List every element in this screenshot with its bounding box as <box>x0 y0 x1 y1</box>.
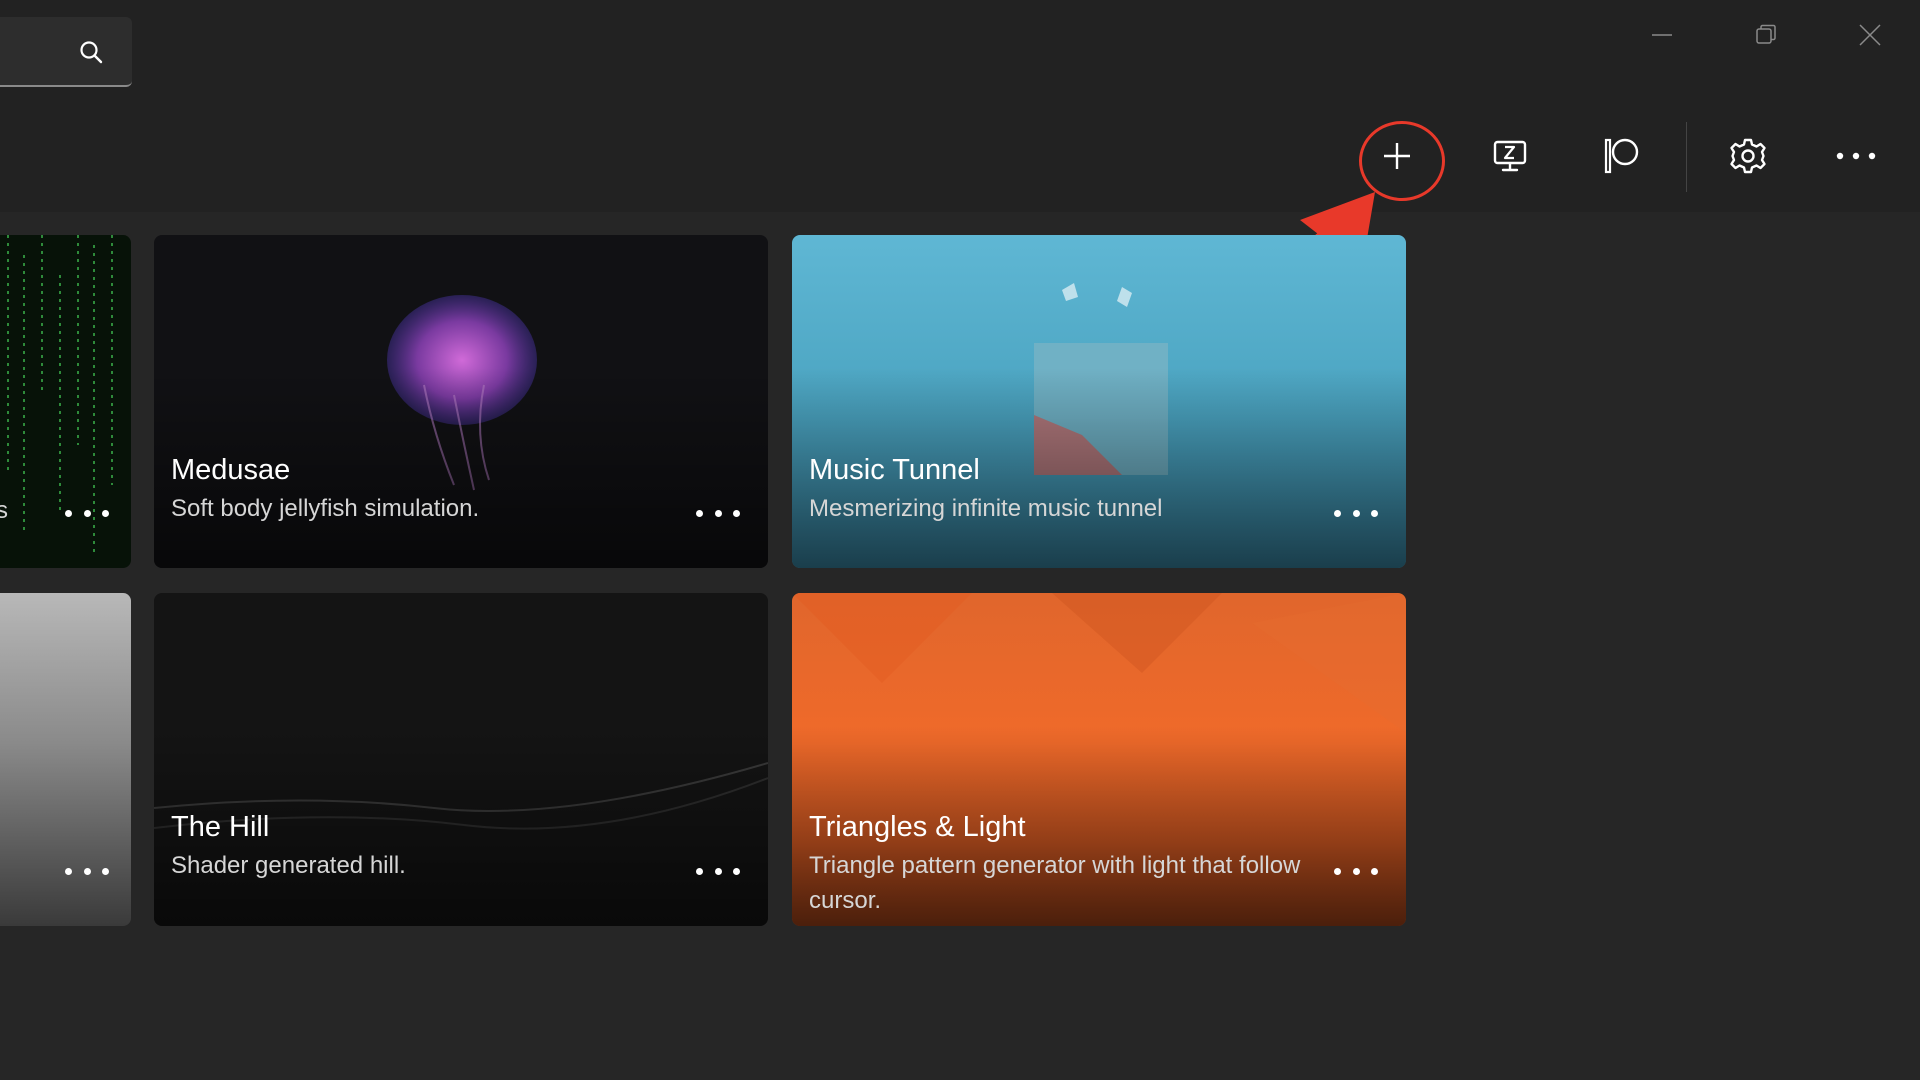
card-more-button[interactable] <box>1334 501 1378 525</box>
search-icon[interactable] <box>78 39 104 65</box>
toolbar-divider <box>1686 122 1687 192</box>
partial-card-grey[interactable] <box>0 593 131 926</box>
card-description: Mesmerizing infinite music tunnel <box>809 495 1163 522</box>
card-title: The Hill <box>171 811 270 843</box>
card-title: Medusae <box>171 454 291 486</box>
restore-icon <box>1756 24 1776 44</box>
gear-icon <box>1730 138 1766 174</box>
patreon-button[interactable] <box>1594 128 1650 184</box>
wallpaper-card-music-tunnel[interactable]: Music Tunnel Mesmerizing infinite music … <box>792 235 1406 568</box>
wallpaper-card-the-hill[interactable]: The Hill Shader generated hill. <box>154 593 768 926</box>
settings-button[interactable] <box>1720 128 1776 184</box>
card-more-button[interactable] <box>696 859 740 883</box>
card-description: Soft body jellyfish simulation. <box>171 495 480 522</box>
wallpaper-card-triangles-light[interactable]: Triangles & Light Triangle pattern gener… <box>792 593 1406 926</box>
search-box[interactable] <box>0 17 132 87</box>
monitor-z-icon <box>1493 140 1527 172</box>
card-more-button[interactable] <box>696 501 740 525</box>
card-description: Triangle pattern generator with light th… <box>809 852 1301 914</box>
card-title: Music Tunnel <box>809 454 980 486</box>
more-horizontal-icon <box>1836 152 1876 160</box>
card-more-button[interactable] <box>65 501 109 525</box>
minimize-icon <box>1652 34 1672 36</box>
close-icon <box>1859 24 1881 46</box>
patreon-icon <box>1604 138 1639 174</box>
card-title: Triangles & Light <box>809 811 1026 843</box>
minimize-button[interactable] <box>1632 12 1692 58</box>
partial-card-matrix[interactable]: s <box>0 235 131 568</box>
close-button[interactable] <box>1840 12 1900 58</box>
screensaver-button[interactable] <box>1482 128 1538 184</box>
restore-button[interactable] <box>1736 12 1796 58</box>
card-description: Shader generated hill. <box>171 852 406 879</box>
search-input[interactable] <box>0 17 70 83</box>
card-more-button[interactable] <box>1334 859 1378 883</box>
card-description-fragment: s <box>0 497 8 524</box>
card-more-button[interactable] <box>65 859 109 883</box>
wallpaper-card-medusae[interactable]: Medusae Soft body jellyfish simulation. <box>154 235 768 568</box>
more-button[interactable] <box>1828 128 1884 184</box>
